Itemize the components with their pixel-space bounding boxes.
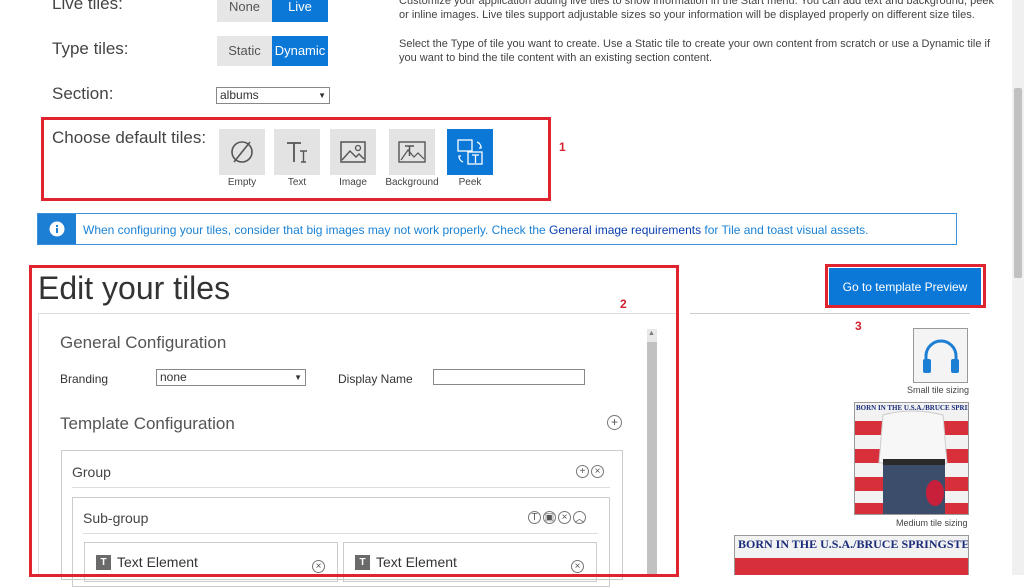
- info-text: When configuring your tiles, consider th…: [83, 223, 869, 237]
- annotation-number-1: 1: [559, 140, 566, 154]
- info-text-after: for Tile and toast visual assets.: [701, 223, 869, 237]
- general-image-requirements-link[interactable]: General image requirements: [549, 223, 701, 237]
- info-bar: When configuring your tiles, consider th…: [37, 213, 957, 245]
- wide-tile-preview: BORN IN THE U.S.A./BRUCE SPRINGSTEEN: [734, 535, 969, 575]
- small-tile-caption: Small tile sizing: [907, 385, 970, 395]
- type-tiles-desc-line2: you want to bind the tile content with a…: [399, 52, 713, 64]
- section-select-value: albums: [220, 88, 259, 102]
- info-icon: [38, 214, 76, 244]
- small-tile-preview: [913, 328, 968, 383]
- headphones-icon: [922, 339, 959, 373]
- type-tiles-static-option[interactable]: Static: [217, 36, 272, 66]
- section-select[interactable]: albums ▼: [216, 87, 330, 104]
- type-tiles-description: Select the Type of tile you want to crea…: [399, 37, 999, 65]
- annotation-box-1: [41, 117, 551, 201]
- medium-tile-banner: BORN IN THE U.S.A./BRUCE SPRINGSTEEN: [856, 404, 968, 412]
- type-tiles-label: Type tiles:: [52, 39, 129, 58]
- chevron-down-icon: ▼: [318, 91, 326, 100]
- page-scrollbar[interactable]: [1012, 0, 1024, 575]
- album-cover-image: [855, 403, 968, 514]
- wide-tile-banner: BORN IN THE U.S.A./BRUCE SPRINGSTEEN: [738, 537, 969, 551]
- live-tiles-label: Live tiles:: [52, 0, 123, 13]
- medium-tile-caption: Medium tile sizing: [896, 518, 968, 528]
- section-label: Section:: [52, 84, 114, 103]
- live-tiles-toggle: None Live: [217, 0, 328, 22]
- live-tiles-live-option[interactable]: Live: [272, 0, 328, 22]
- type-tiles-desc-line1: Select the Type of tile you want to crea…: [399, 38, 991, 50]
- annotation-box-3: [825, 264, 986, 308]
- live-tiles-none-option[interactable]: None: [217, 0, 272, 22]
- annotation-box-2: [29, 265, 679, 577]
- type-tiles-dynamic-option[interactable]: Dynamic: [272, 36, 328, 66]
- live-tiles-desc-line1: Customize your application adding live t…: [399, 0, 994, 7]
- live-tiles-desc-line2: or inline images. Live tiles support adj…: [399, 9, 975, 21]
- medium-tile-preview: BORN IN THE U.S.A./BRUCE SPRINGSTEEN: [854, 402, 969, 515]
- preview-divider: [690, 313, 970, 314]
- annotation-number-2: 2: [620, 297, 627, 311]
- page-scroll-thumb[interactable]: [1014, 88, 1022, 278]
- live-tiles-description: Customize your application adding live t…: [399, 0, 999, 22]
- info-text-before: When configuring your tiles, consider th…: [83, 223, 549, 237]
- annotation-number-3: 3: [855, 319, 862, 333]
- wide-tile-stripe: [735, 558, 968, 575]
- type-tiles-toggle: Static Dynamic: [217, 36, 328, 66]
